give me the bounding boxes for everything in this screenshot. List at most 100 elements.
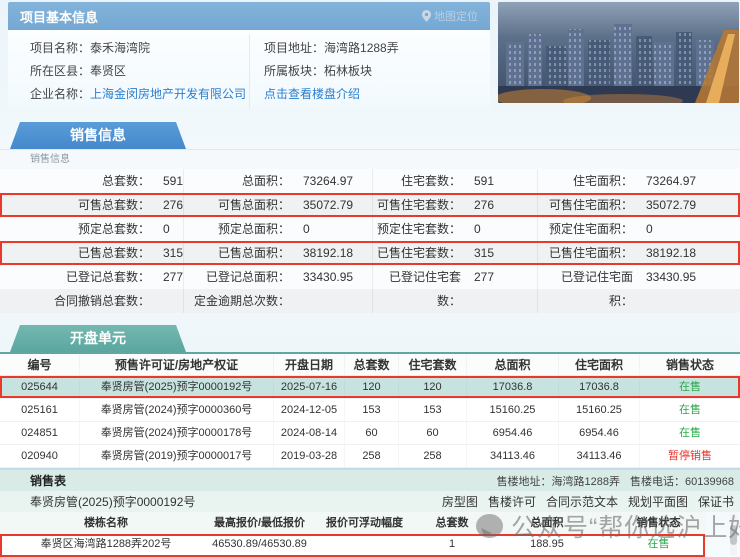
unit-date: 2019-03-28: [274, 445, 345, 467]
field-label: 已售住宅面积：: [548, 246, 633, 260]
column-header: 总套数: [345, 354, 399, 375]
column-header: 最高报价/最低报价: [213, 517, 306, 529]
unit-id: 025644: [0, 376, 80, 398]
unit-id: 025161: [0, 399, 80, 421]
field-label: 预定住宅面积：: [548, 222, 633, 236]
scrollbar-thumb[interactable]: [730, 525, 737, 545]
address-value: 海湾路1288弄: [324, 41, 399, 55]
district-label: 所在区县：: [30, 64, 91, 78]
field-label: 已登记总面积：: [205, 270, 290, 284]
opening-units-section: 开盘单元 编号 预售许可证/房地产权证 开盘日期 总套数 住宅套数 总面积 住宅…: [0, 325, 740, 470]
address-label: 项目地址：: [264, 41, 325, 55]
status-badge: 在售: [679, 381, 701, 393]
table-row-highlighted: 可售总套数： 276 可售总面积： 35072.79 可售住宅套数： 276 可售住宅…: [0, 193, 740, 217]
field-value: 33430.95: [303, 270, 354, 284]
opening-units-header-row: 编号 预售许可证/房地产权证 开盘日期 总套数 住宅套数 总面积 住宅面积 销售…: [0, 352, 740, 376]
unit-res: 120: [399, 376, 467, 398]
column-header: 开盘日期: [274, 354, 345, 375]
company-label: 企业名称：: [30, 87, 91, 101]
contract-sample-link[interactable]: 合同示范文本: [546, 493, 618, 510]
document-links: 房型图 售楼许可 合同示范文本 规划平面图 保证书: [442, 493, 734, 510]
unit-res: 258: [399, 445, 467, 467]
unit-date: 2024-08-14: [274, 422, 345, 444]
field-label: 定金逾期总次数：: [193, 294, 290, 308]
guarantee-link[interactable]: 保证书: [698, 493, 734, 510]
unit-res: 153: [399, 399, 467, 421]
status-badge: 暂停销售: [668, 450, 712, 462]
field-value: 277: [162, 270, 183, 284]
field-label: 可售住宅套数：: [376, 198, 461, 212]
project-basic-info-panel: 项目基本信息 地图定位 项目名称：泰禾海湾院 所在区县：奉贤区 企业名称：上海金…: [8, 2, 490, 108]
opening-unit-row[interactable]: 025161 奉贤房管(2024)预字0000360号 2024-12-05 1…: [0, 399, 740, 422]
project-panel-body: 项目名称：泰禾海湾院 所在区县：奉贤区 企业名称：上海金闵房地产开发有限公司 项…: [8, 30, 490, 108]
unit-id: 024851: [0, 422, 80, 444]
building-price: 46530.89/46530.89: [212, 538, 307, 550]
column-header: 总套数: [435, 517, 469, 529]
unit-total: 60: [345, 422, 399, 444]
estate-intro-link[interactable]: 点击查看楼盘介绍: [264, 87, 360, 101]
tab-opening-units[interactable]: 开盘单元: [10, 325, 186, 352]
field-value: 35072.79: [303, 198, 354, 212]
top-section: 项目基本信息 地图定位 项目名称：泰禾海湾院 所在区县：奉贤区 企业名称：上海金…: [0, 0, 740, 108]
opening-unit-row[interactable]: 020940 奉贤房管(2019)预字0000017号 2019-03-28 2…: [0, 445, 740, 468]
unit-area: 17036.8: [467, 376, 559, 398]
field-label: 总套数：: [101, 174, 150, 188]
company-link[interactable]: 上海金闵房地产开发有限公司: [90, 87, 246, 101]
field-value: 591: [474, 174, 495, 188]
table-row: 预定总套数： 0 预定总面积： 0 预定住宅套数： 0 预定住宅面积： 0: [0, 217, 740, 241]
field-label: 总面积：: [241, 174, 290, 188]
permit-number: 奉贤房管(2025)预字0000192号: [30, 495, 196, 509]
building-area: 188.95: [530, 538, 564, 550]
project-name-label: 项目名称：: [30, 41, 91, 55]
sales-info-subtitle: 销售信息: [0, 149, 740, 169]
unit-area: 15160.25: [467, 399, 559, 421]
opening-unit-row-featured[interactable]: 025644 奉贤房管(2025)预字0000192号 2025-07-16 1…: [0, 376, 740, 399]
field-value: 315: [474, 246, 495, 260]
building-row[interactable]: 奉贤区海湾路1288弄202号 46530.89/46530.89 1 188.…: [0, 534, 705, 557]
project-info-right-col: 项目地址：海湾路1288弄 所属板块：柘林板块 点击查看楼盘介绍: [249, 34, 490, 108]
project-panel-header: 项目基本信息 地图定位: [8, 2, 490, 30]
floor-plan-link[interactable]: 房型图: [442, 493, 478, 510]
unit-permit: 奉贤房管(2025)预字0000192号: [80, 376, 274, 398]
column-header: 销售状态: [636, 517, 681, 529]
opening-unit-row[interactable]: 024851 奉贤房管(2024)预字0000178号 2024-08-14 6…: [0, 422, 740, 445]
plate-value: 柘林板块: [324, 64, 373, 78]
field-value: 276: [474, 198, 495, 212]
field-label: 住宅套数：: [400, 174, 461, 188]
field-value: 0: [474, 222, 481, 236]
unit-res-area: 6954.46: [559, 422, 640, 444]
map-locate-label: 地图定位: [434, 11, 478, 23]
planning-map-link[interactable]: 规划平面图: [628, 493, 688, 510]
sales-office-address: 售楼地址：海湾路1288弄: [496, 475, 621, 488]
column-header: 编号: [0, 354, 80, 375]
column-header: 预售许可证/房地产权证: [80, 354, 274, 375]
field-value: 276: [162, 198, 183, 212]
unit-area: 6954.46: [467, 422, 559, 444]
field-label: 合同撤销总套数：: [53, 294, 150, 308]
building-total: 1: [448, 538, 456, 550]
field-value: 591: [162, 174, 183, 188]
field-label: 预定总套数：: [77, 222, 150, 236]
plate-label: 所属板块：: [264, 64, 325, 78]
column-header: 楼栋名称: [84, 517, 128, 529]
table-row: 已登记总套数： 277 已登记总面积： 33430.95 已登记住宅套数： 277 已…: [0, 265, 740, 308]
unit-res-area: 15160.25: [559, 399, 640, 421]
building-name: 奉贤区海湾路1288弄202号: [40, 538, 172, 550]
field-label: 已登记住宅套数：: [388, 270, 461, 308]
scrollbar[interactable]: [730, 513, 737, 556]
column-header: 总面积: [467, 354, 559, 375]
column-header: 报价可浮动幅度: [326, 517, 403, 529]
column-header: 住宅套数: [399, 354, 467, 375]
sales-office-phone: 售楼电话：60139968: [630, 475, 734, 488]
field-value: 0: [163, 222, 170, 236]
unit-area: 34113.46: [467, 445, 559, 467]
field-value: 73264.97: [646, 174, 697, 188]
status-badge: 在售: [679, 404, 701, 416]
tab-sales-info[interactable]: 销售信息: [10, 122, 186, 149]
status-badge: 在售: [647, 538, 670, 550]
map-locate-link[interactable]: 地图定位: [422, 8, 478, 24]
field-label: 可售住宅面积：: [548, 198, 633, 212]
sales-permit-link[interactable]: 售楼许可: [488, 493, 536, 510]
field-label: 住宅面积：: [572, 174, 633, 188]
project-photo: [498, 2, 739, 103]
